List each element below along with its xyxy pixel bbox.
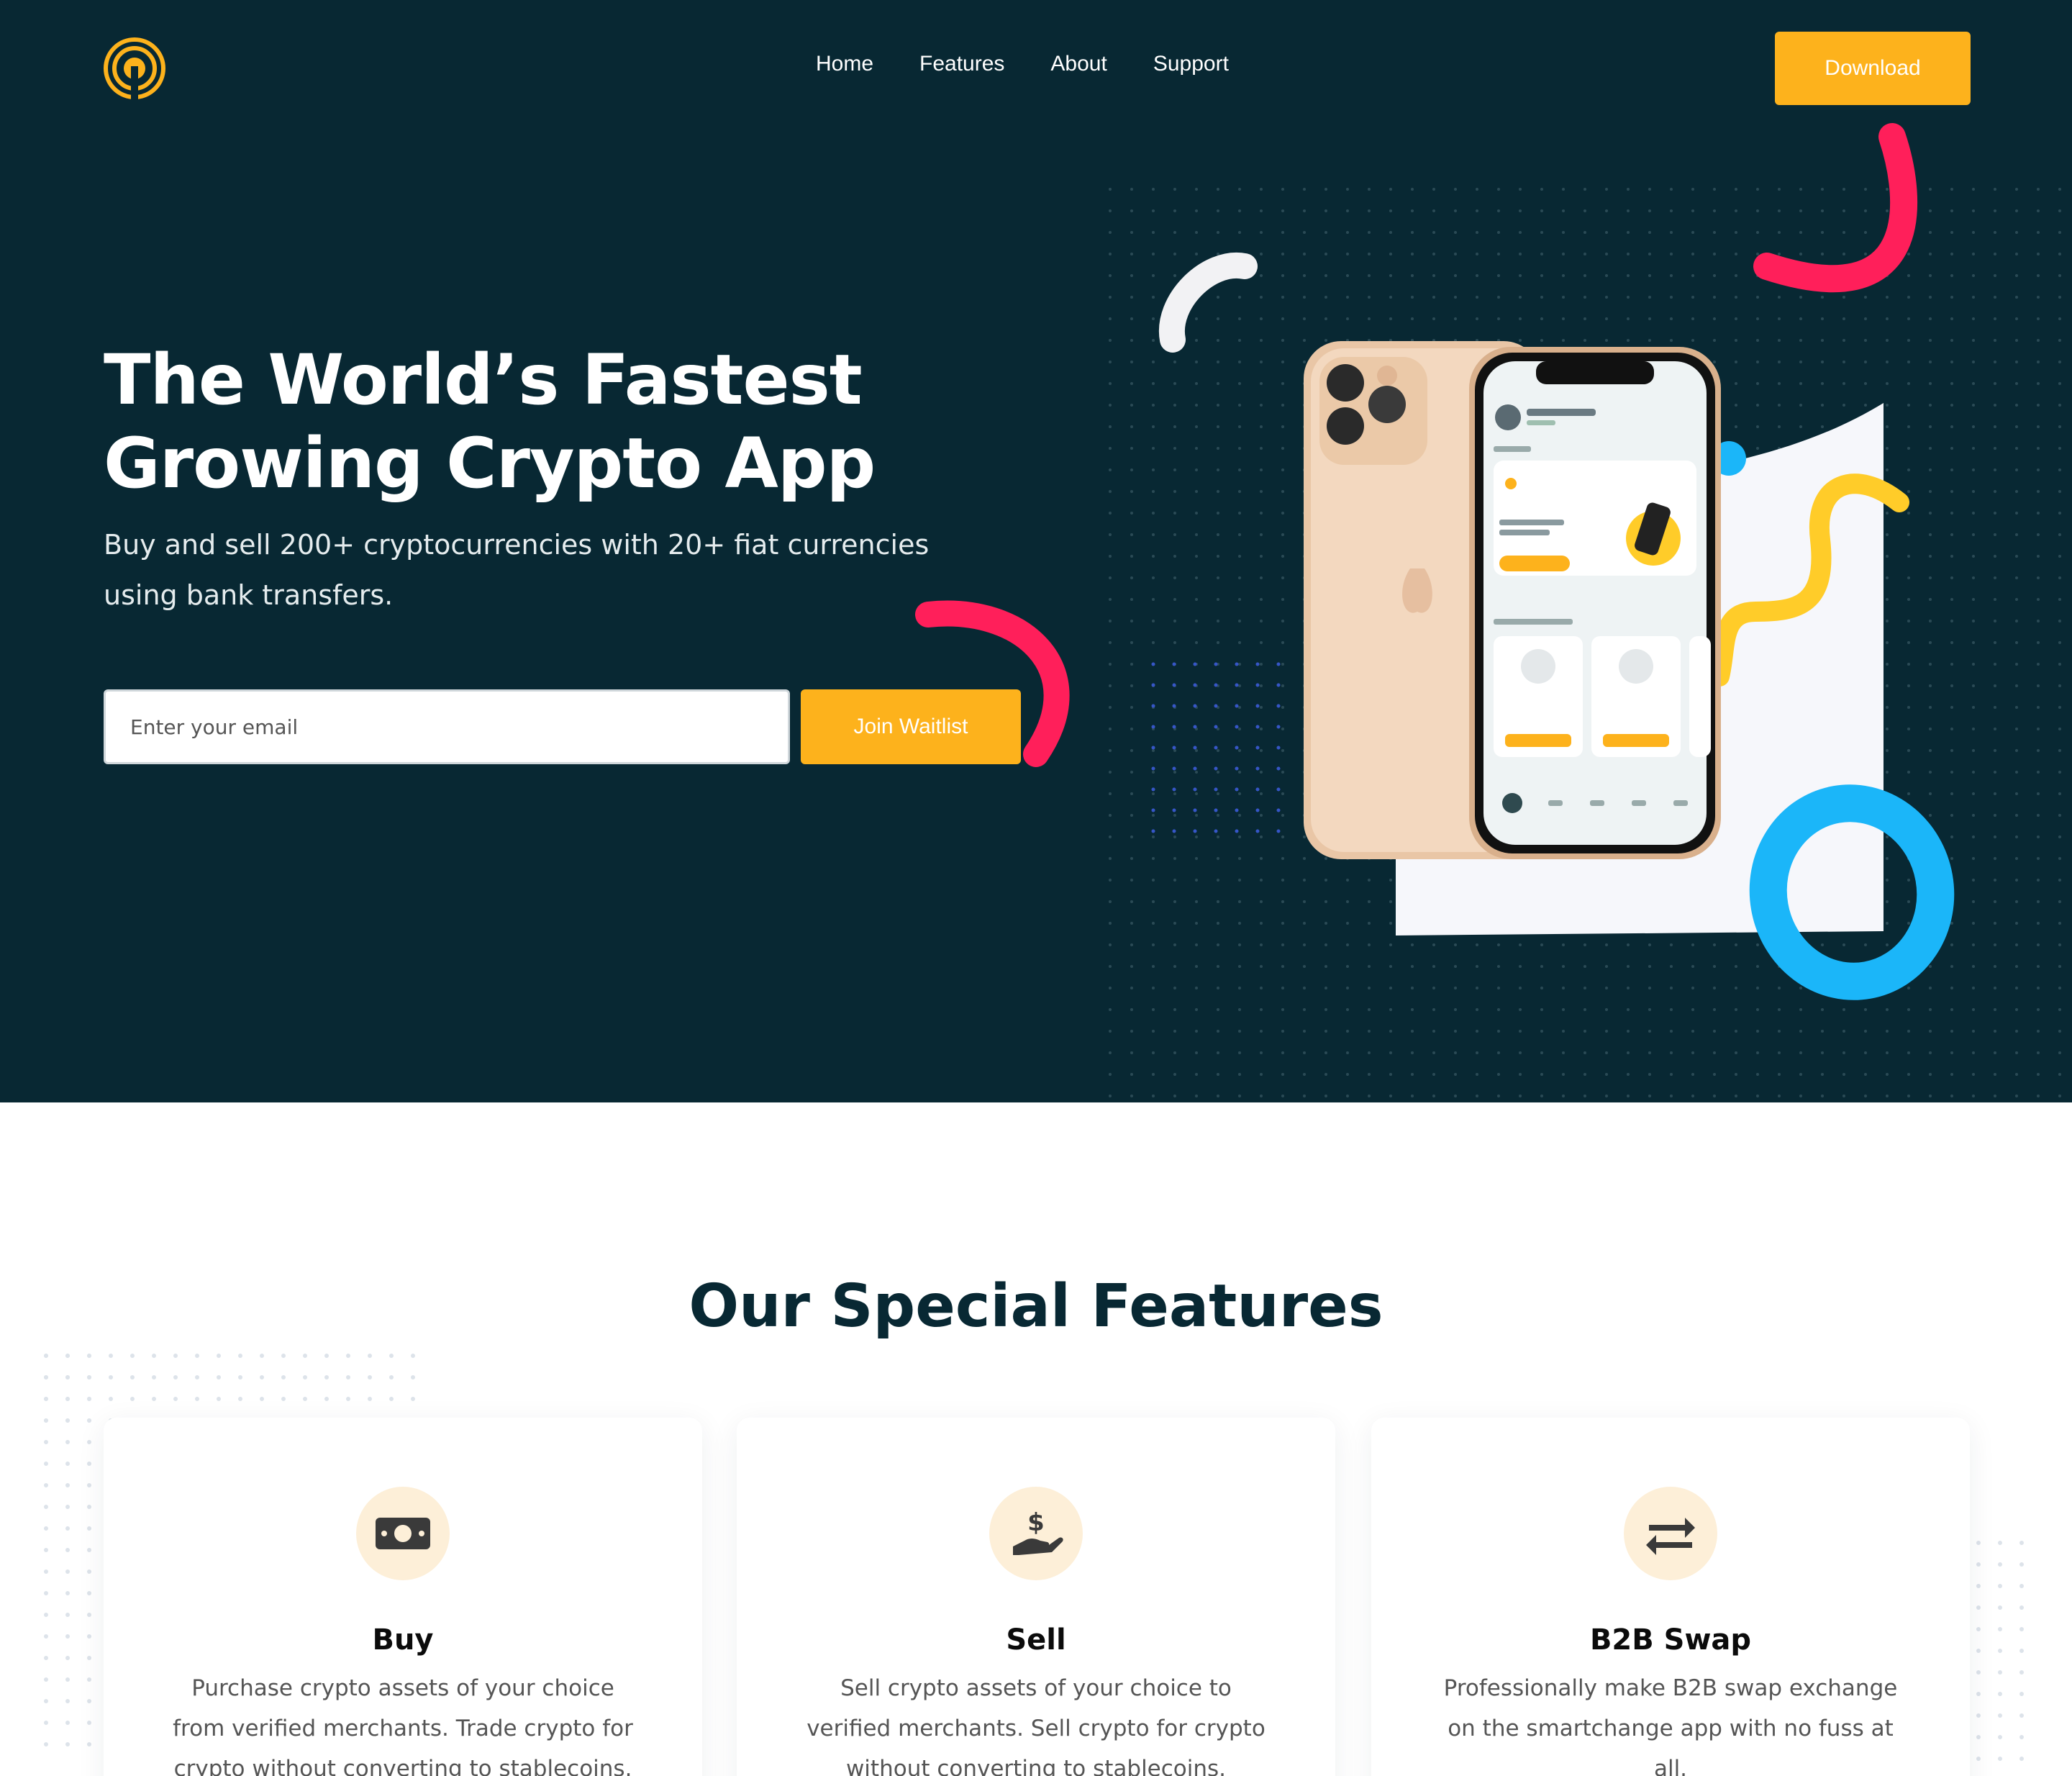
pink-hook-decoration <box>1753 123 1917 293</box>
swap-arrows-icon <box>1624 1487 1717 1580</box>
feature-title: Sell <box>1006 1623 1066 1657</box>
hero-section: Home Features About Support Download The… <box>0 0 2072 1102</box>
yellow-squiggle-decoration <box>1712 474 1909 687</box>
download-button[interactable]: Download <box>1775 32 1971 105</box>
email-input[interactable] <box>104 689 790 764</box>
light-dot-column-decoration <box>1976 1540 2033 1770</box>
hero-title: The World’s Fastest Growing Crypto App <box>104 340 876 504</box>
pink-curve-decoration <box>915 600 1070 767</box>
feature-description: Sell crypto assets of your choice to ver… <box>806 1675 1266 1776</box>
nav-about-link[interactable]: About <box>1050 52 1107 76</box>
feature-description: Professionally make B2B swap exchange on… <box>1443 1675 1898 1776</box>
nav-features-link[interactable]: Features <box>919 52 1004 76</box>
feature-title: Buy <box>372 1623 434 1657</box>
phone-mockup-image <box>1304 341 1721 859</box>
hero-subtitle: Buy and sell 200+ cryptocurrencies with … <box>104 529 930 611</box>
feature-description: Purchase crypto assets of your choice fr… <box>173 1675 633 1776</box>
svg-text:$: $ <box>1027 1508 1045 1537</box>
feature-card-buy: Buy Purchase crypto assets of your choic… <box>104 1418 702 1776</box>
blue-dot-cluster-decoration <box>1151 662 1295 835</box>
nav-home-link[interactable]: Home <box>816 52 873 76</box>
main-nav: Home Features About Support <box>816 52 1229 76</box>
brand-logo[interactable] <box>104 37 165 99</box>
money-bill-icon <box>356 1487 450 1580</box>
feature-card-sell: $ Sell Sell crypto assets of your choice… <box>737 1418 1335 1776</box>
features-title: Our Special Features <box>689 1272 1383 1341</box>
white-arc-decoration <box>1158 252 1258 353</box>
feature-title: B2B Swap <box>1589 1623 1752 1657</box>
nav-support-link[interactable]: Support <box>1153 52 1229 76</box>
hand-dollar-icon: $ <box>989 1487 1083 1580</box>
feature-card-b2b-swap: B2B Swap Professionally make B2B swap ex… <box>1371 1418 1970 1776</box>
blue-ring-decoration <box>1749 784 1955 1000</box>
